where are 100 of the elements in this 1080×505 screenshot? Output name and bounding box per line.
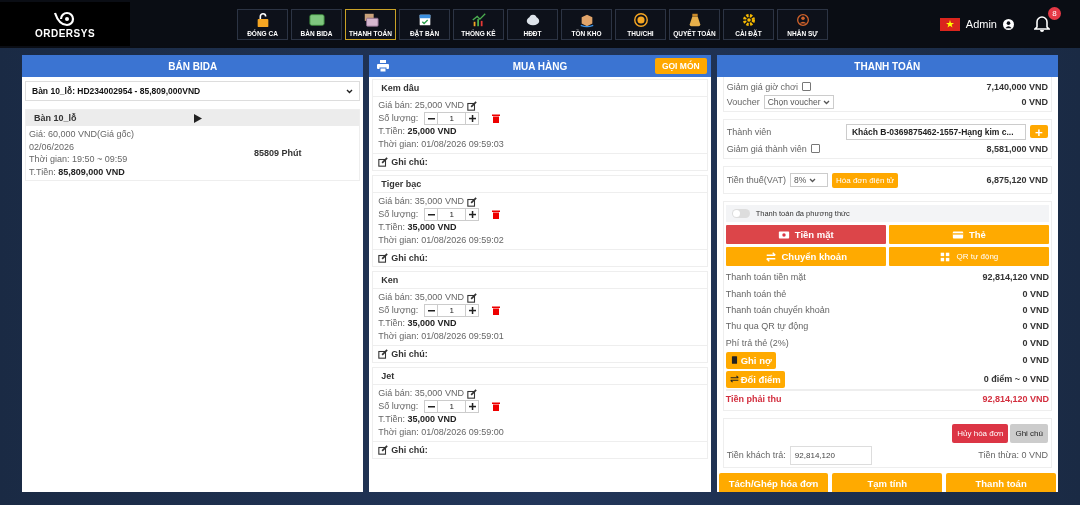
panel-header: THANH TOÁN [716, 55, 1058, 77]
edit-icon[interactable] [466, 388, 477, 399]
summary-label: Thu qua QR tự động [725, 321, 809, 332]
flag-icon[interactable] [939, 17, 960, 31]
plus-button[interactable] [465, 208, 480, 221]
note-label: Ghi chú: [391, 445, 428, 455]
quantity-field[interactable]: 1 [438, 304, 466, 317]
item-name: Kem dâu [373, 80, 707, 97]
checkbox[interactable] [802, 82, 811, 91]
note-label: Ghi chú: [391, 349, 428, 359]
plus-button[interactable] [465, 304, 480, 317]
summary-label: Thanh toán tiền mặt [725, 272, 806, 283]
item-time: Thời gian: 01/08/2026 09:59:01 [378, 330, 505, 343]
chevron-icon [346, 88, 354, 94]
item-price: Giá bán: 35,000 VND [378, 387, 464, 400]
trash-icon[interactable] [492, 402, 501, 411]
edit-icon[interactable] [378, 157, 389, 167]
item-total: T.Tiền: 35,000 VND [378, 413, 458, 426]
summary-value: 92,814,120 VND [982, 272, 1049, 283]
member-dropdown[interactable]: Khách B-0369875462-1557-Hạng kim c... [846, 123, 1026, 140]
chart-icon [470, 11, 487, 28]
vat-value: 6,875,120 VND [986, 175, 1048, 185]
minus-button[interactable] [424, 208, 439, 221]
gear-icon [740, 11, 757, 28]
plus-button[interactable] [465, 112, 480, 125]
item-name: Jet [373, 368, 707, 385]
table-name: Bàn 10_lỗ [34, 113, 78, 123]
table-info: T.Tiền: 85,809,000 VND [29, 165, 126, 178]
paid-field[interactable]: 92,814,120 [789, 445, 872, 465]
discount-label: Giảm giá giờ chơi [726, 81, 798, 92]
note-label: Ghi chú: [391, 253, 428, 263]
plus-icon [468, 307, 476, 314]
quantity-field[interactable]: 1 [438, 112, 466, 125]
chevron-icon [823, 99, 830, 105]
printer-icon[interactable] [377, 60, 390, 72]
due-value: 92,814,120 VND [982, 393, 1049, 404]
trash-icon[interactable] [492, 114, 501, 123]
minus-button[interactable] [424, 112, 439, 125]
voucher-dropdown[interactable]: Chọn voucher [763, 94, 834, 109]
edit-icon[interactable] [466, 100, 477, 111]
item-time: Thời gian: 01/08/2026 09:59:03 [378, 138, 505, 151]
edit-icon[interactable] [378, 253, 389, 263]
payment-method-button[interactable]: Tiền mặt [725, 225, 886, 244]
discount-value: 8,581,000 VND [986, 143, 1048, 154]
item-price: Giá bán: 35,000 VND [378, 195, 464, 208]
checkbox[interactable] [810, 144, 820, 153]
quantity-field[interactable]: 1 [438, 400, 466, 413]
edit-icon[interactable] [466, 196, 477, 207]
item-name: Ken [373, 272, 707, 289]
quantity-field[interactable]: 1 [438, 208, 466, 221]
plus-button[interactable] [465, 400, 480, 413]
table-info: 02/06/2026 [29, 140, 76, 153]
qr-icon [939, 250, 952, 263]
summary-value: 0 VND [1022, 304, 1049, 315]
duration: 85809 Phút [254, 146, 302, 160]
item-time: Thời gian: 01/08/2026 09:59:00 [378, 426, 505, 439]
trash-icon[interactable] [492, 210, 501, 219]
vat-dropdown[interactable]: 8% [790, 173, 828, 187]
table-card[interactable]: Bàn 10_lỗ Giá: 60,000 VND(Giá gốc) 02/06/2026 Thời gian: 19:50 ~ 09:59 T.Tiền: 85,809,000 VND 85809 Phút [25, 109, 361, 181]
toggle-switch[interactable] [731, 209, 750, 218]
note-button[interactable]: Ghi chú [1010, 423, 1048, 443]
discount-label: Giảm giá thành viên [726, 143, 807, 154]
transfer-icon [764, 250, 777, 263]
cash-icon [362, 11, 379, 28]
summary-value: 0 VND [1022, 321, 1049, 332]
chevron-icon [808, 178, 816, 183]
change-text: Tiền thừa: 0 VND [978, 450, 1048, 461]
play-icon[interactable] [194, 113, 202, 123]
trash-icon[interactable] [492, 306, 501, 315]
item-total: T.Tiền: 35,000 VND [378, 317, 458, 330]
edit-icon[interactable] [378, 445, 389, 455]
panel-title: MUA HÀNG [512, 60, 568, 72]
minus-button[interactable] [424, 400, 439, 413]
coin-icon [632, 11, 649, 28]
item-price: Giá bán: 25,000 VND [378, 99, 464, 112]
summary-label: Thanh toán chuyển khoản [725, 304, 830, 315]
minus-icon [427, 115, 435, 122]
cancel-invoice-button[interactable]: Hủy hóa đơn [952, 423, 1009, 443]
summary-value: 0 VND [1022, 288, 1049, 299]
minus-button[interactable] [424, 304, 439, 317]
item-price: Giá bán: 35,000 VND [378, 291, 464, 304]
logo-text: ORDERSYS [34, 27, 96, 39]
paid-label: Tiền khách trả: [726, 450, 786, 461]
item-time: Thời gian: 01/08/2026 09:59:02 [378, 234, 505, 247]
voucher-value: 0 VND [1021, 96, 1048, 107]
user-icon[interactable] [1003, 18, 1014, 30]
table-info: Thời gian: 19:50 ~ 09:59 [29, 153, 129, 166]
swap-icon [729, 374, 739, 385]
panel-header: BÁN BIDA [22, 55, 364, 77]
item-name: Tiger bạc [373, 176, 707, 193]
edit-icon[interactable] [466, 292, 477, 303]
summary-label: Thanh toán thẻ [725, 288, 787, 299]
bell-icon[interactable] [1034, 14, 1050, 32]
quantity-label: Số lượng: [378, 400, 419, 413]
edit-icon[interactable] [378, 349, 389, 359]
bill-dropdown[interactable]: Bàn 10_lỗ: HD234002954 - 85,809,000VND [25, 81, 361, 101]
user-name[interactable]: Admin [965, 18, 997, 30]
minus-icon [427, 211, 435, 218]
logo-icon [53, 9, 77, 28]
item-total: T.Tiền: 35,000 VND [378, 221, 458, 234]
